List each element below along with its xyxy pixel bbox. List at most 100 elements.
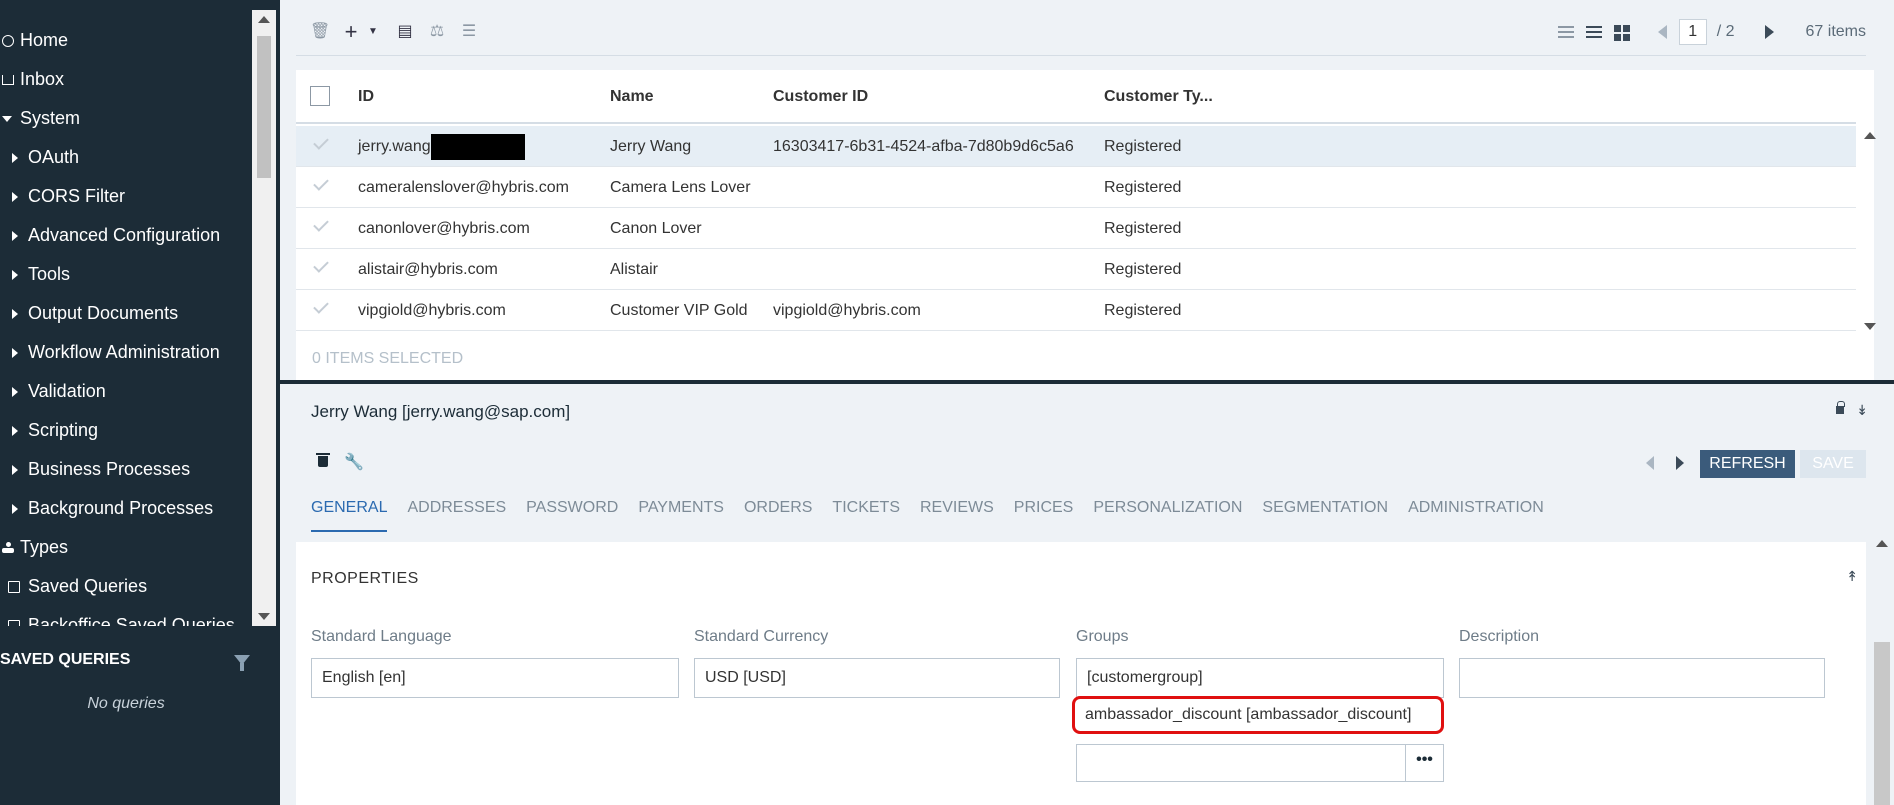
sidebar: Home Inbox System OAuth CORS Filter Adva… xyxy=(0,0,280,805)
column-header-id[interactable]: ID xyxy=(358,70,374,124)
caret-right-icon xyxy=(12,230,18,241)
saved-query-icon xyxy=(8,619,20,626)
grid-view-icon[interactable] xyxy=(1613,24,1632,40)
caret-right-icon xyxy=(12,464,18,475)
inbox-icon xyxy=(2,74,14,85)
tab-orders[interactable]: ORDERS xyxy=(744,490,812,532)
table-row[interactable]: jerry.wang Jerry Wang 16303417-6b31-4524… xyxy=(296,126,1856,167)
wrench-icon[interactable]: 🔧 xyxy=(344,452,364,472)
save-button[interactable]: SAVE xyxy=(1800,450,1866,478)
sidebar-item-backoffice-saved-queries[interactable]: Backoffice Saved Queries xyxy=(0,606,235,626)
groups-field[interactable]: [customergroup] xyxy=(1076,658,1444,698)
description-field[interactable] xyxy=(1459,658,1825,698)
table-row[interactable]: vipgiold@hybris.com Customer VIP Gold vi… xyxy=(296,290,1856,331)
previous-page-icon[interactable] xyxy=(1657,25,1667,39)
sidebar-item-home[interactable]: Home xyxy=(0,21,68,60)
sidebar-item-types[interactable]: Types xyxy=(0,528,68,567)
list-scrollbar[interactable] xyxy=(1864,126,1876,330)
scroll-thumb[interactable] xyxy=(1874,642,1890,805)
previous-item-icon[interactable] xyxy=(1646,456,1654,470)
scroll-down-icon[interactable] xyxy=(258,613,270,620)
group-chip-ambassador-discount[interactable]: ambassador_discount [ambassador_discount… xyxy=(1072,696,1444,734)
tab-tickets[interactable]: TICKETS xyxy=(832,490,900,532)
standard-language-field[interactable]: English [en] xyxy=(311,658,679,698)
select-all-checkbox[interactable] xyxy=(310,86,330,106)
sidebar-item-oauth[interactable]: OAuth xyxy=(0,138,79,177)
next-page-icon[interactable] xyxy=(1764,25,1774,39)
chevron-double-up-icon[interactable]: ↟ xyxy=(1846,568,1858,585)
sidebar-item-background-processes[interactable]: Background Processes xyxy=(0,489,213,528)
tree-view-icon[interactable] xyxy=(1585,24,1604,40)
chevron-double-down-icon[interactable]: ↡ xyxy=(1856,402,1868,419)
home-icon xyxy=(2,34,14,47)
column-header-customer-id[interactable]: Customer ID xyxy=(773,70,868,124)
sidebar-item-validation[interactable]: Validation xyxy=(0,372,106,411)
description-label: Description xyxy=(1459,628,1540,645)
list-header: ID Name Customer ID Customer Ty... xyxy=(296,70,1856,124)
caret-right-icon xyxy=(12,425,18,436)
saved-query-icon xyxy=(8,580,20,593)
caret-right-icon xyxy=(12,152,18,163)
column-header-customer-type[interactable]: Customer Ty... xyxy=(1104,70,1213,124)
navigation-tree: Home Inbox System OAuth CORS Filter Adva… xyxy=(0,10,250,626)
column-header-name[interactable]: Name xyxy=(610,70,654,124)
tab-administration[interactable]: ADMINISTRATION xyxy=(1408,490,1544,532)
checklist-icon[interactable]: ☰ xyxy=(460,23,478,41)
lock-icon[interactable] xyxy=(1836,401,1845,414)
sidebar-item-advanced-configuration[interactable]: Advanced Configuration xyxy=(0,216,220,255)
standard-currency-field[interactable]: USD [USD] xyxy=(694,658,1060,698)
export-icon[interactable]: ▤ xyxy=(396,23,414,41)
scroll-thumb[interactable] xyxy=(257,36,271,178)
results-list: ID Name Customer ID Customer Ty... jerry… xyxy=(296,70,1876,380)
list-view-icon[interactable] xyxy=(1557,24,1576,40)
check-icon xyxy=(313,216,329,232)
saved-queries-title: SAVED QUERIES xyxy=(0,651,131,668)
more-icon[interactable]: ••• xyxy=(1405,745,1443,781)
chevron-down-icon[interactable]: ▼ xyxy=(364,23,382,41)
redacted-block xyxy=(430,133,525,160)
delete-icon[interactable]: 🗑 xyxy=(310,23,330,41)
tab-reviews[interactable]: REVIEWS xyxy=(920,490,994,532)
item-count: 67 items xyxy=(1805,23,1866,40)
sidebar-item-output-documents[interactable]: Output Documents xyxy=(0,294,178,333)
table-row[interactable]: canonlover@hybris.com Canon Lover Regist… xyxy=(296,208,1856,249)
tab-personalization[interactable]: PERSONALIZATION xyxy=(1093,490,1242,532)
tab-segmentation[interactable]: SEGMENTATION xyxy=(1262,490,1388,532)
refresh-button[interactable]: REFRESH xyxy=(1700,450,1795,478)
caret-right-icon xyxy=(12,191,18,202)
next-item-icon[interactable] xyxy=(1676,456,1684,470)
items-selected-status: 0 ITEMS SELECTED xyxy=(312,350,464,367)
properties-section: PROPERTIES ↟ Standard Language English [… xyxy=(296,542,1866,805)
tab-general[interactable]: GENERAL xyxy=(311,490,388,532)
standard-language-label: Standard Language xyxy=(311,628,452,645)
compare-icon[interactable]: ⚖ xyxy=(428,23,446,41)
sidebar-scrollbar[interactable] xyxy=(252,10,276,626)
scroll-up-icon[interactable] xyxy=(1864,132,1876,139)
sidebar-item-scripting[interactable]: Scripting xyxy=(0,411,98,450)
sidebar-item-cors-filter[interactable]: CORS Filter xyxy=(0,177,125,216)
tab-password[interactable]: PASSWORD xyxy=(526,490,618,532)
sidebar-item-workflow-administration[interactable]: Workflow Administration xyxy=(0,333,220,372)
table-row[interactable]: cameralenslover@hybris.com Camera Lens L… xyxy=(296,167,1856,208)
add-icon[interactable]: + xyxy=(342,20,360,42)
tab-payments[interactable]: PAYMENTS xyxy=(638,490,724,532)
tab-addresses[interactable]: ADDRESSES xyxy=(407,490,506,532)
scroll-up-icon[interactable] xyxy=(1876,540,1888,547)
sidebar-item-business-processes[interactable]: Business Processes xyxy=(0,450,190,489)
page-total: / 2 xyxy=(1716,23,1735,40)
delete-icon[interactable] xyxy=(316,453,330,467)
sidebar-item-inbox[interactable]: Inbox xyxy=(0,60,64,99)
page-number-input[interactable]: 1 xyxy=(1678,19,1707,45)
sidebar-item-system[interactable]: System xyxy=(0,99,80,138)
tab-prices[interactable]: PRICES xyxy=(1014,490,1074,532)
group-add-input[interactable]: ••• xyxy=(1076,744,1444,782)
filter-icon[interactable] xyxy=(234,655,250,671)
scroll-up-icon[interactable] xyxy=(258,16,270,23)
table-row[interactable]: alistair@hybris.com Alistair Registered xyxy=(296,249,1856,290)
main-area: 🗑 + ▼ ▤ ⚖ ☰ 1 / 2 67 items ID Name Custo… xyxy=(280,0,1894,805)
detail-scrollbar[interactable] xyxy=(1870,532,1894,805)
saved-queries-header: SAVED QUERIES xyxy=(0,640,260,680)
sidebar-item-tools[interactable]: Tools xyxy=(0,255,70,294)
sidebar-item-saved-queries[interactable]: Saved Queries xyxy=(0,567,147,606)
scroll-down-icon[interactable] xyxy=(1864,323,1876,330)
